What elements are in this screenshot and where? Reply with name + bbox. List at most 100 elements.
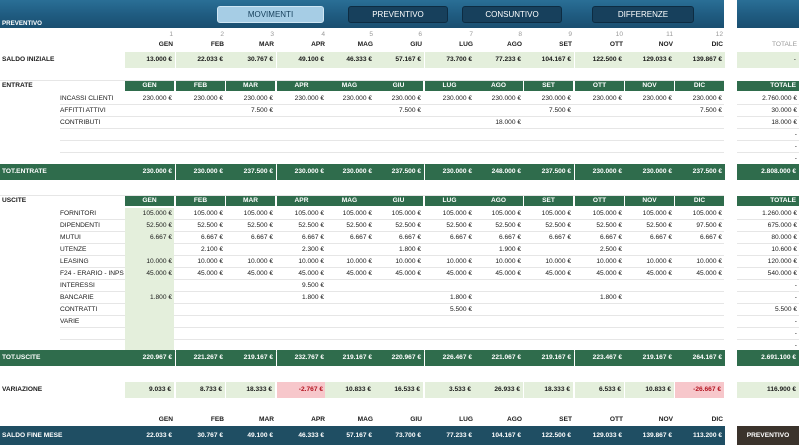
uscite-cell[interactable] [625, 244, 674, 256]
uscite-cell[interactable] [325, 316, 374, 328]
uscite-cell[interactable]: 1.800 € [125, 292, 174, 304]
entrate-cell[interactable] [125, 117, 174, 129]
uscite-cell[interactable]: 45.000 € [176, 268, 225, 280]
entrate-cell[interactable] [474, 129, 523, 141]
saldo-iniziale-cell[interactable]: 122.500 € [575, 52, 625, 68]
uscite-cell[interactable]: 105.000 € [277, 208, 326, 220]
uscite-cell[interactable] [524, 304, 573, 316]
saldo-iniziale-cell[interactable]: 30.767 € [226, 52, 276, 68]
entrate-cell[interactable] [425, 105, 474, 117]
entrate-cell[interactable] [425, 141, 474, 153]
entrate-cell[interactable] [625, 105, 674, 117]
uscite-cell[interactable]: 45.000 € [374, 268, 423, 280]
uscite-cell[interactable]: 1.800 € [277, 292, 326, 304]
uscite-cell[interactable] [226, 244, 275, 256]
uscite-cell[interactable] [176, 328, 225, 340]
saldo-iniziale-cell[interactable]: 49.100 € [277, 52, 327, 68]
uscite-cell[interactable] [374, 316, 423, 328]
uscite-cell[interactable]: 10.000 € [675, 256, 724, 268]
uscite-cell[interactable]: 52.500 € [125, 220, 174, 232]
entrate-cell[interactable] [176, 117, 225, 129]
uscite-cell[interactable] [425, 244, 474, 256]
uscite-cell[interactable]: 105.000 € [374, 208, 423, 220]
uscite-cell[interactable]: 52.500 € [176, 220, 225, 232]
saldo-iniziale-cell[interactable]: 46.333 € [325, 52, 375, 68]
entrate-cell[interactable] [325, 117, 374, 129]
uscite-cell[interactable] [226, 328, 275, 340]
uscite-cell[interactable] [474, 280, 523, 292]
uscite-cell[interactable]: 6.667 € [176, 232, 225, 244]
uscite-cell[interactable]: 105.000 € [425, 208, 474, 220]
uscite-cell[interactable] [125, 304, 174, 316]
entrate-cell[interactable] [425, 129, 474, 141]
uscite-cell[interactable]: 105.000 € [176, 208, 225, 220]
uscite-cell[interactable] [474, 304, 523, 316]
uscite-cell[interactable]: 52.500 € [524, 220, 573, 232]
uscite-cell[interactable]: 45.000 € [675, 268, 724, 280]
uscite-cell[interactable] [575, 316, 624, 328]
entrate-cell[interactable] [675, 129, 724, 141]
uscite-cell[interactable]: 97.500 € [675, 220, 724, 232]
uscite-cell[interactable] [575, 328, 624, 340]
uscite-cell[interactable] [425, 316, 474, 328]
uscite-cell[interactable] [625, 328, 674, 340]
uscite-cell[interactable]: 6.667 € [374, 232, 423, 244]
uscite-cell[interactable] [125, 280, 174, 292]
uscite-cell[interactable]: 2.100 € [176, 244, 225, 256]
uscite-cell[interactable] [125, 328, 174, 340]
uscite-cell[interactable] [474, 316, 523, 328]
uscite-cell[interactable] [625, 292, 674, 304]
uscite-cell[interactable]: 105.000 € [125, 208, 174, 220]
saldo-iniziale-cell[interactable]: 139.867 € [675, 52, 725, 68]
uscite-cell[interactable]: 1.800 € [374, 244, 423, 256]
saldo-iniziale-cell[interactable]: 129.033 € [625, 52, 675, 68]
entrate-cell[interactable] [325, 129, 374, 141]
uscite-cell[interactable]: 45.000 € [425, 268, 474, 280]
uscite-cell[interactable] [277, 304, 326, 316]
uscite-cell[interactable]: 1.900 € [474, 244, 523, 256]
entrate-cell[interactable] [474, 141, 523, 153]
uscite-cell[interactable]: 52.500 € [474, 220, 523, 232]
entrate-cell[interactable] [625, 117, 674, 129]
uscite-cell[interactable]: 45.000 € [226, 268, 275, 280]
uscite-cell[interactable]: 52.500 € [575, 220, 624, 232]
entrate-cell[interactable]: 7.500 € [675, 105, 724, 117]
entrate-cell[interactable]: 7.500 € [374, 105, 423, 117]
uscite-cell[interactable]: 6.667 € [675, 232, 724, 244]
uscite-cell[interactable]: 52.500 € [425, 220, 474, 232]
entrate-cell[interactable] [125, 105, 174, 117]
uscite-cell[interactable]: 1.800 € [425, 292, 474, 304]
entrate-cell[interactable] [474, 105, 523, 117]
uscite-cell[interactable]: 2.300 € [277, 244, 326, 256]
entrate-cell[interactable] [575, 117, 624, 129]
uscite-cell[interactable]: 6.667 € [575, 232, 624, 244]
uscite-cell[interactable]: 10.000 € [625, 256, 674, 268]
uscite-cell[interactable] [374, 328, 423, 340]
uscite-cell[interactable] [675, 304, 724, 316]
uscite-cell[interactable] [277, 316, 326, 328]
uscite-cell[interactable] [675, 280, 724, 292]
uscite-cell[interactable]: 52.500 € [325, 220, 374, 232]
entrate-cell[interactable]: 230.000 € [425, 93, 474, 105]
uscite-cell[interactable] [524, 244, 573, 256]
entrate-cell[interactable] [374, 129, 423, 141]
uscite-cell[interactable] [425, 328, 474, 340]
uscite-cell[interactable]: 10.000 € [474, 256, 523, 268]
uscite-cell[interactable] [675, 316, 724, 328]
uscite-cell[interactable] [374, 280, 423, 292]
entrate-cell[interactable] [675, 117, 724, 129]
entrate-cell[interactable]: 230.000 € [474, 93, 523, 105]
entrate-cell[interactable] [325, 105, 374, 117]
uscite-cell[interactable]: 45.000 € [125, 268, 174, 280]
entrate-cell[interactable] [226, 117, 275, 129]
uscite-cell[interactable] [675, 328, 724, 340]
uscite-cell[interactable]: 9.500 € [277, 280, 326, 292]
saldo-iniziale-cell[interactable]: 77.233 € [474, 52, 524, 68]
entrate-cell[interactable] [374, 141, 423, 153]
entrate-cell[interactable] [374, 117, 423, 129]
entrate-cell[interactable] [425, 117, 474, 129]
uscite-cell[interactable]: 52.500 € [374, 220, 423, 232]
uscite-cell[interactable] [625, 304, 674, 316]
uscite-cell[interactable] [226, 292, 275, 304]
uscite-cell[interactable] [325, 292, 374, 304]
